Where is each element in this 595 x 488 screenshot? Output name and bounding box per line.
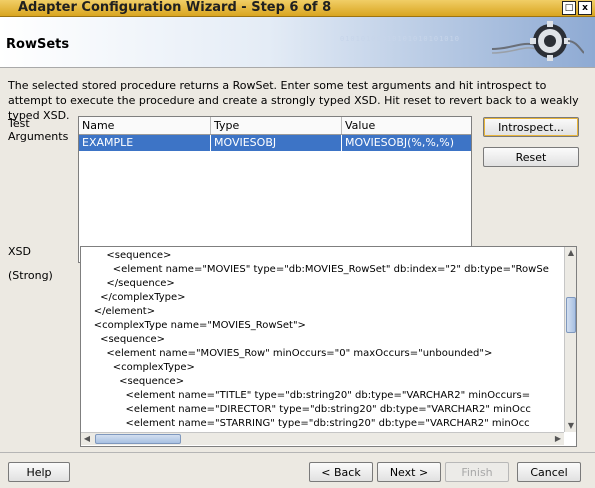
test-arguments-label: Test Arguments xyxy=(8,117,68,143)
header-binary-decoration: 01010100010101010101010 xyxy=(340,35,460,43)
column-header-name[interactable]: Name xyxy=(79,117,211,134)
xsd-mode-label: (Strong) xyxy=(8,269,53,282)
scroll-down-icon[interactable]: ▼ xyxy=(565,420,576,432)
xsd-line: <element name="TITLE" type="db:string20"… xyxy=(81,390,531,401)
cell-name[interactable]: EXAMPLE xyxy=(79,135,211,151)
test-arguments-table[interactable]: Name Type Value EXAMPLE MOVIESOBJ MOVIES… xyxy=(78,116,472,263)
scroll-up-icon[interactable]: ▲ xyxy=(565,247,576,259)
xsd-line: <element name="DIRECTOR" type="db:string… xyxy=(81,404,531,415)
vertical-scroll-thumb[interactable] xyxy=(566,297,576,333)
wizard-header: RowSets 01010100010101010101010 xyxy=(0,17,595,68)
finish-button: Finish xyxy=(445,462,509,482)
column-header-value[interactable]: Value xyxy=(342,117,471,134)
page-title: RowSets xyxy=(6,37,70,52)
introspect-button[interactable]: Introspect... xyxy=(483,117,579,137)
xsd-line: <element name="STARRING" type="db:string… xyxy=(81,418,530,429)
back-button[interactable]: < Back xyxy=(309,462,373,482)
title-bar: Adapter Configuration Wizard - Step 6 of… xyxy=(0,0,595,17)
xsd-content[interactable]: <sequence> <element name="MOVIES" type="… xyxy=(81,249,564,429)
horizontal-scroll-thumb[interactable] xyxy=(95,434,181,444)
cell-type[interactable]: MOVIESOBJ xyxy=(211,135,342,151)
help-button[interactable]: Help xyxy=(8,462,70,482)
xsd-line: </complexType> xyxy=(81,292,186,303)
xsd-line: <sequence> xyxy=(81,376,185,387)
window-title: Adapter Configuration Wizard - Step 6 of… xyxy=(18,0,332,15)
next-button[interactable]: Next > xyxy=(377,462,441,482)
xsd-line: <sequence> xyxy=(81,250,172,261)
xsd-text-area[interactable]: <sequence> <element name="MOVIES" type="… xyxy=(80,246,577,447)
gear-icon xyxy=(492,21,584,61)
xsd-line: </sequence> xyxy=(81,278,175,289)
maximize-icon[interactable]: □ xyxy=(562,1,576,15)
xsd-line: <complexType name="MOVIES_RowSet"> xyxy=(81,320,306,331)
table-row[interactable]: EXAMPLE MOVIESOBJ MOVIESOBJ(%,%,%) xyxy=(79,135,471,151)
scroll-right-icon[interactable]: ▶ xyxy=(552,433,564,445)
xsd-line: <element name="MOVIES_Row" minOccurs="0"… xyxy=(81,348,493,359)
xsd-line: <sequence> xyxy=(81,334,166,345)
cell-value[interactable]: MOVIESOBJ(%,%,%) xyxy=(342,135,471,151)
xsd-line: <element name="MOVIES" type="db:MOVIES_R… xyxy=(81,264,549,275)
horizontal-scrollbar[interactable]: ◀ ▶ xyxy=(81,432,564,445)
xsd-line: </element> xyxy=(81,306,156,317)
xsd-label: XSD xyxy=(8,245,31,258)
test-label-line1: Test xyxy=(8,117,30,130)
cancel-button[interactable]: Cancel xyxy=(517,462,581,482)
scroll-left-icon[interactable]: ◀ xyxy=(81,433,93,445)
column-header-type[interactable]: Type xyxy=(211,117,342,134)
xsd-line: <complexType> xyxy=(81,362,195,373)
reset-button[interactable]: Reset xyxy=(483,147,579,167)
table-header: Name Type Value xyxy=(79,117,471,135)
vertical-scrollbar[interactable]: ▲ ▼ xyxy=(564,247,576,432)
footer-divider xyxy=(0,452,595,453)
close-icon[interactable]: x xyxy=(578,1,592,15)
test-label-line2: Arguments xyxy=(8,130,69,143)
